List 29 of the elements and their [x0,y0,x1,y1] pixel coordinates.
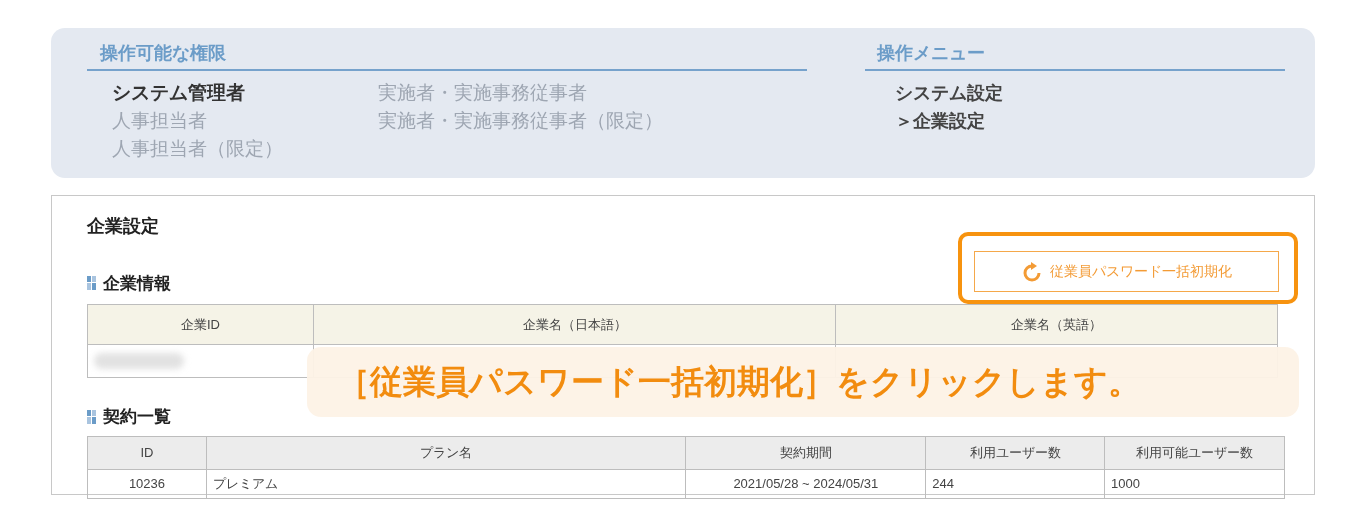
column-header: 利用可能ユーザー数 [1104,436,1285,470]
column-header: プラン名 [206,436,686,470]
section-title: 契約一覧 [103,406,171,429]
role-label: 人事担当者（限定） [112,137,284,161]
role-label: 実施者・実施事務従事者（限定） [378,109,663,133]
section-icon [87,410,97,424]
refresh-icon [1021,261,1042,282]
table-cell: 244 [925,469,1105,499]
column-header: ID [87,436,207,470]
menu-link[interactable]: システム設定 [895,79,1285,107]
table-cell: 10236 [87,469,207,499]
panel-heading: 操作メニュー [865,38,1285,71]
column-header: 企業名（日本語） [313,304,836,345]
column-header: 契約期間 [685,436,926,470]
menu-link[interactable]: ＞企業設定 [895,107,1285,135]
section-title: 企業情報 [103,272,171,295]
column-header: 利用ユーザー数 [925,436,1105,470]
column-header: 企業ID [87,304,314,345]
table-cell: 1000 [1104,469,1285,499]
role-label: システム管理者 [112,81,246,105]
table-cell: プレミアム [206,469,686,499]
section-icon [87,276,97,291]
panel-heading: 操作可能な権限 [87,38,807,71]
page-title: 企業設定 [87,215,160,238]
callout-banner: ［従業員パスワード一括初期化］をクリックします。 [307,347,1299,417]
table-cell: 2021/05/28 ~ 2024/05/31 [685,469,926,499]
role-label: 人事担当者 [112,109,208,133]
role-label: 実施者・実施事務従事者 [378,81,588,105]
column-header: 企業名（英語） [835,304,1278,345]
